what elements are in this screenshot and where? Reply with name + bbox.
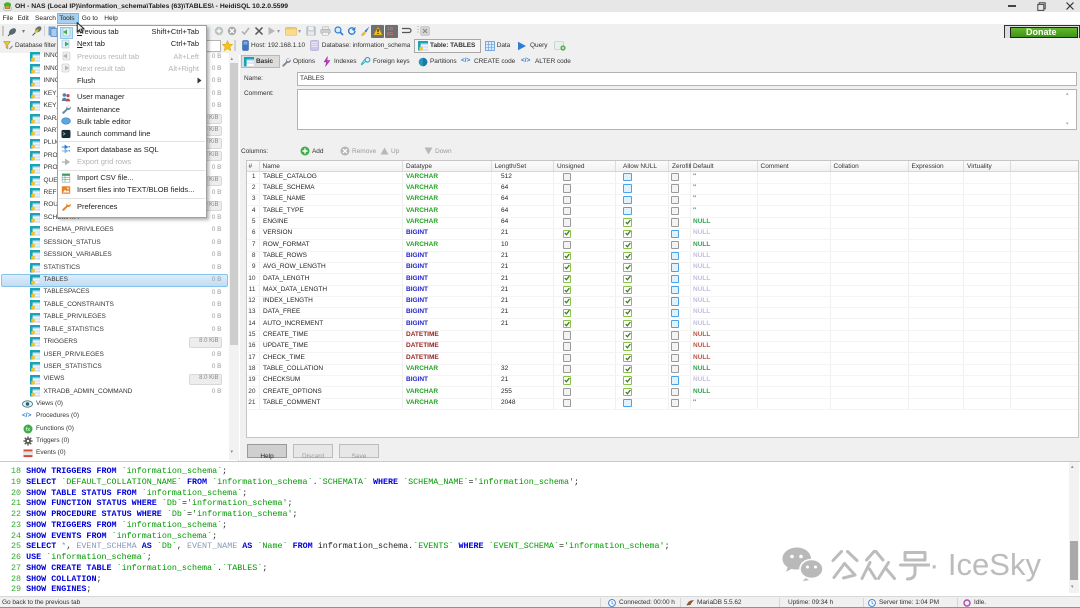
svg-text:fx: fx [26, 427, 31, 433]
